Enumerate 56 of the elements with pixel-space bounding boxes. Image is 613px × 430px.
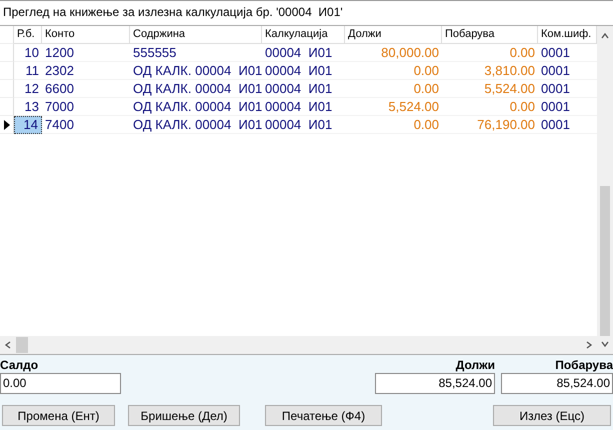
table-cell: 0.00	[442, 98, 538, 116]
table-cell: ОД КАЛК. 00004 И01	[130, 116, 262, 134]
table-cell: 10	[14, 44, 42, 62]
total-field[interactable]: 85,524.00	[501, 373, 613, 394]
column-header[interactable]: Должи	[345, 26, 442, 44]
column-header[interactable]: Содржина	[130, 26, 262, 44]
table-cell: 0.00	[345, 80, 442, 98]
table-cell: 7000	[42, 98, 130, 116]
column-header[interactable]: Калкулација	[262, 26, 345, 44]
corner-header	[0, 26, 14, 44]
table-cell: 1200	[42, 44, 130, 62]
table-cell: ОД КАЛК. 00004 И01	[130, 62, 262, 80]
action-button[interactable]: Излез (Ецс)	[493, 405, 611, 426]
table-cell: ОД КАЛК. 00004 И01	[130, 80, 262, 98]
table-cell: 00004 И01	[262, 44, 345, 62]
total-label: Салдо	[0, 357, 40, 373]
column-header[interactable]: Р.б.	[14, 26, 42, 44]
table-cell: 3,810.00	[442, 62, 538, 80]
total-label: Должи	[456, 357, 495, 373]
vertical-scrollbar[interactable]	[597, 26, 613, 354]
table-cell: 7400	[42, 116, 130, 134]
table-cell: 555555	[130, 44, 262, 62]
table-cell: 0.00	[345, 62, 442, 80]
table-cell: 5,524.00	[345, 98, 442, 116]
scroll-thumb[interactable]	[600, 186, 610, 336]
total-label: Побарува	[555, 357, 613, 373]
scroll-right-icon[interactable]	[585, 341, 593, 349]
table-cell: 80,000.00	[345, 44, 442, 62]
table-cell: 00004 И01	[262, 80, 345, 98]
column-header[interactable]: Конто	[42, 26, 130, 44]
horizontal-scrollbar[interactable]	[0, 336, 597, 354]
table-cell: ОД КАЛК. 00004 И01	[130, 98, 262, 116]
table-cell: 0.00	[442, 44, 538, 62]
total-field[interactable]: 85,524.00	[375, 373, 495, 394]
table-cell: 2302	[42, 62, 130, 80]
scroll-down-icon[interactable]	[601, 340, 609, 348]
action-button[interactable]: Бришење (Дел)	[128, 405, 240, 426]
table-cell: 12	[14, 80, 42, 98]
column-header[interactable]: Побарува	[442, 26, 538, 44]
current-row-icon	[4, 120, 10, 130]
scroll-left-icon[interactable]	[4, 341, 12, 349]
table-cell: 00004 И01	[262, 62, 345, 80]
table-cell: 14	[14, 116, 42, 134]
table-cell: 6600	[42, 80, 130, 98]
table-cell: 0.00	[345, 116, 442, 134]
scroll-up-icon[interactable]	[601, 32, 609, 40]
window-title: Преглед на книжење за излезна калкулација бр. '00004 И01'	[0, 1, 613, 25]
table-cell: 5,524.00	[442, 80, 538, 98]
total-field[interactable]: 0.00	[0, 373, 121, 394]
table-cell: 76,190.00	[442, 116, 538, 134]
table-cell: 00004 И01	[262, 116, 345, 134]
scroll-thumb[interactable]	[16, 337, 28, 353]
action-button[interactable]: Печатење (Ф4)	[265, 405, 382, 426]
action-button[interactable]: Промена (Ент)	[2, 405, 115, 426]
table-cell: 00004 И01	[262, 98, 345, 116]
table-cell: 11	[14, 62, 42, 80]
